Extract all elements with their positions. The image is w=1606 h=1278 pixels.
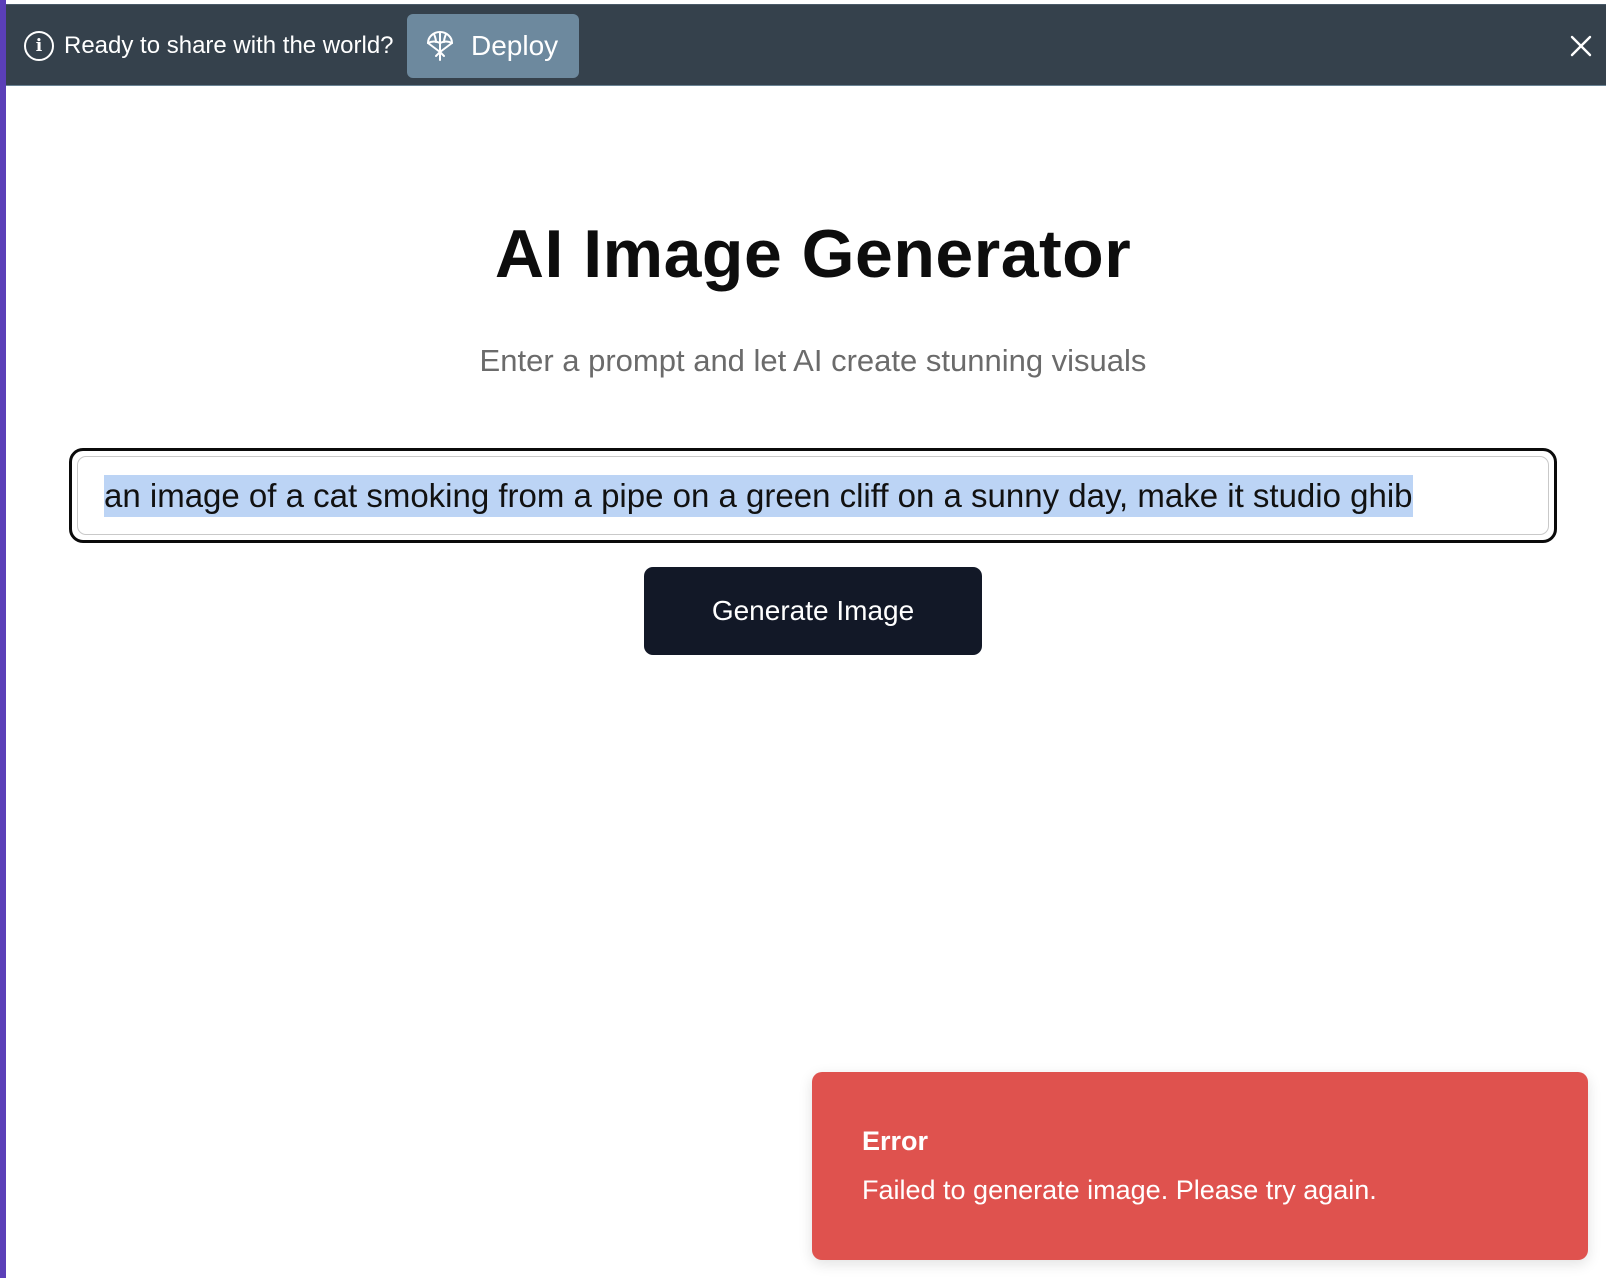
prompt-selected-text[interactable]: an image of a cat smoking from a pipe on… [104,474,1413,517]
deploy-button[interactable]: Deploy [407,14,579,78]
close-icon[interactable] [1568,33,1594,59]
generate-image-button[interactable]: Generate Image [644,567,982,655]
page-subtitle: Enter a prompt and let AI create stunnin… [479,343,1147,378]
prompt-field[interactable]: an image of a cat smoking from a pipe on… [77,456,1549,535]
deploy-banner: i Ready to share with the world? Deploy [6,4,1606,86]
error-toast[interactable]: Error Failed to generate image. Please t… [812,1072,1588,1260]
deploy-parachute-icon [427,31,453,61]
prompt-input[interactable]: an image of a cat smoking from a pipe on… [69,448,1557,543]
toast-message: Failed to generate image. Please try aga… [862,1175,1377,1205]
banner-message: Ready to share with the world? [64,32,394,59]
deploy-label: Deploy [471,30,559,61]
app-window: i Ready to share with the world? Deploy … [0,0,1606,1278]
window-edge [0,0,6,1278]
banner-info: i Ready to share with the world? [24,31,394,61]
toast-title: Error [862,1126,929,1156]
page-title: AI Image Generator [494,216,1132,292]
info-circle-icon: i [24,31,54,61]
